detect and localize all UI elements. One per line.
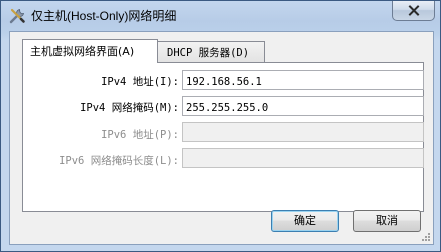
wrench-screwdriver-icon xyxy=(8,7,26,25)
ipv6-prefix-length-field[interactable] xyxy=(182,148,424,168)
ok-button[interactable]: 确定 xyxy=(271,210,339,232)
ipv6-address-field[interactable] xyxy=(182,122,424,142)
tab-dhcp-server[interactable]: DHCP 服务器(D) xyxy=(157,41,265,62)
resize-grip-icon[interactable] xyxy=(420,231,431,242)
title-bar[interactable]: 仅主机(Host-Only)网络明细 xyxy=(1,1,440,29)
tab-host-virtual-network-interface[interactable]: 主机虚拟网络界面(A) xyxy=(22,39,158,63)
ipv6-prefix-length-label: IPv6 网络掩码长度(L): xyxy=(59,155,179,167)
dialog-body: 主机虚拟网络界面(A) DHCP 服务器(D) IPv4 地址(I): IPv4… xyxy=(9,31,434,245)
tab-label: DHCP 服务器(D) xyxy=(167,47,250,59)
ipv4-address-label: IPv4 地址(I): xyxy=(101,76,179,88)
close-button[interactable] xyxy=(392,1,435,21)
cancel-button[interactable]: 取消 xyxy=(353,210,421,232)
ipv4-address-field[interactable] xyxy=(182,70,424,90)
tab-label: 主机虚拟网络界面(A) xyxy=(30,45,135,58)
window-title: 仅主机(Host-Only)网络明细 xyxy=(31,9,177,23)
close-icon xyxy=(408,5,420,16)
ipv4-mask-label: IPv4 网络掩码(M): xyxy=(80,102,179,114)
ipv4-mask-field[interactable] xyxy=(182,96,424,116)
ipv6-address-label: IPv6 地址(P): xyxy=(101,129,179,141)
tab-panel: IPv4 地址(I): IPv4 网络掩码(M): IPv6 地址(P): IP… xyxy=(22,62,424,212)
host-only-network-details-dialog: 仅主机(Host-Only)网络明细 主机虚拟网络界面(A) DHCP 服务器(… xyxy=(0,0,441,252)
